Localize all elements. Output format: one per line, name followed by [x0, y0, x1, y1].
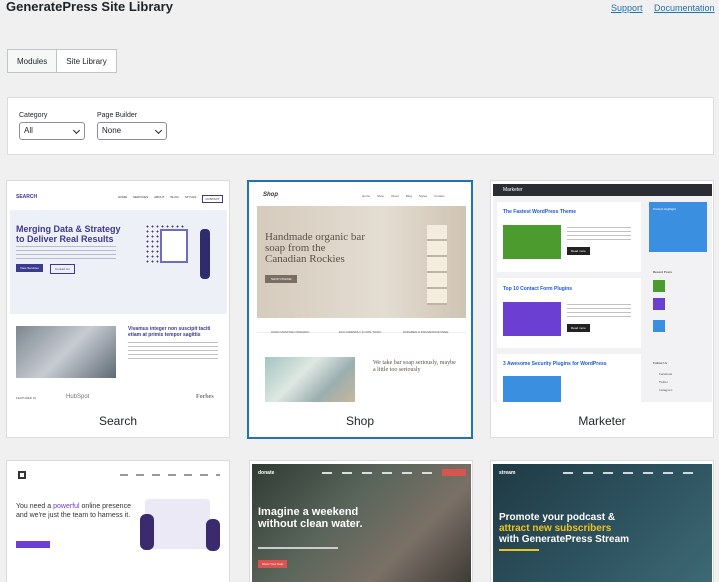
preview-post-lines-2: [567, 304, 631, 318]
top-bar: GeneratePress Site Library Support Docum…: [0, 0, 719, 24]
preview-feature-2: ECO FRIENDLY & NON-TOXIC: [339, 330, 382, 334]
preview-post-image-2: [503, 302, 561, 336]
preview-logo: SEARCH: [16, 194, 38, 200]
documentation-link[interactable]: Documentation: [654, 3, 715, 13]
preview-nav-lines: [120, 474, 220, 476]
site-preview-shop: Shop Home Shop About Blog Styles Contact…: [257, 185, 466, 402]
preview-social-3: Instagram: [659, 388, 673, 392]
preview-illustration: [145, 499, 210, 549]
category-select[interactable]: All: [19, 122, 85, 140]
preview-nav-lines: [322, 472, 432, 474]
preview-read-more-1: Read more: [567, 247, 590, 255]
preview-post-image-1: [503, 225, 561, 259]
filter-panel: Category All Page Builder None: [7, 97, 714, 155]
preview-nav-button: [442, 469, 466, 476]
category-value: All: [24, 126, 33, 135]
tab-bar: Modules Site Library: [7, 49, 117, 73]
preview-read-more-2: Read more: [567, 324, 590, 332]
site-card-stream[interactable]: stream Promote your podcast & attract ne…: [490, 460, 714, 582]
site-preview-stream: stream Promote your podcast & attract ne…: [493, 464, 712, 582]
category-filter: Category All: [19, 112, 85, 140]
preview-headline: You need a powerful online presence and …: [16, 503, 131, 519]
preview-recent-thumb-2: [653, 298, 665, 310]
page-builder-label: Page Builder: [97, 112, 138, 119]
site-card-agency[interactable]: You need a powerful online presence and …: [6, 460, 230, 582]
preview-photo: [265, 357, 355, 402]
page-builder-select[interactable]: None: [97, 122, 167, 140]
preview-nav-lines: [563, 472, 703, 474]
site-card-title: Marketer: [578, 414, 626, 428]
site-preview-search: SEARCH HOME SERVICES ABOUT BLOG STYLES C…: [10, 184, 227, 402]
site-preview-donate: donate Imagine a weekend without clean w…: [252, 464, 471, 582]
logo-icon: [18, 471, 26, 479]
preview-logo: donate: [258, 470, 275, 476]
preview-photo: [16, 326, 116, 378]
preview-section-lines: [128, 342, 218, 362]
site-card-title: Search: [98, 414, 138, 428]
preview-headline: Imagine a weekend without clean water.: [258, 506, 363, 530]
preview-post-lines-1: [567, 227, 631, 241]
preview-header-bar: [493, 184, 712, 196]
category-label: Category: [19, 112, 48, 119]
preview-recent-thumb-3: [653, 320, 665, 332]
preview-post-title-1: The Fastest WordPress Theme: [503, 209, 576, 215]
site-card-shop[interactable]: Shop Home Shop About Blog Styles Contact…: [247, 180, 473, 439]
preview-feature-1: HAND CRAFTED ORGANIC: [271, 330, 310, 334]
preview-social-1: Facebook: [659, 372, 673, 376]
preview-section-title: Vivamus integer non suscipit taciti etia…: [128, 326, 211, 338]
preview-nav: Home Shop About Blog Styles Contact: [362, 194, 445, 198]
page-builder-value: None: [102, 126, 122, 135]
preview-illustration-figure-1: [140, 514, 154, 550]
preview-logo-forbes: Forbes: [196, 394, 214, 400]
preview-tagline: We take bar soap seriously, maybe a litt…: [373, 360, 456, 373]
site-card-marketer[interactable]: Marketer The Fastest WordPress Theme Rea…: [490, 180, 714, 438]
preview-cta: Show Your Help: [258, 560, 288, 568]
chevron-down-icon: [154, 126, 163, 135]
support-link[interactable]: Support: [611, 3, 643, 13]
preview-social-2: Twitter: [659, 380, 668, 384]
preview-logo: Shop: [263, 192, 278, 198]
preview-cta: [16, 541, 50, 548]
site-card-search[interactable]: SEARCH HOME SERVICES ABOUT BLOG STYLES C…: [6, 180, 230, 438]
preview-headline: Handmade organic bar soap from the Canad…: [265, 231, 365, 265]
preview-post-title-3: 3 Awesome Security Plugins for WordPress: [503, 361, 607, 367]
preview-feature-3: PARABEN & FRAGRANCE FREE: [403, 330, 449, 334]
page-builder-filter: Page Builder None: [97, 112, 167, 140]
preview-logo-hubspot: HubSpot: [66, 394, 90, 400]
preview-post-image-3: [503, 376, 561, 402]
preview-headline: Merging Data & Strategy to Deliver Real …: [16, 224, 121, 244]
site-card-donate[interactable]: donate Imagine a weekend without clean w…: [249, 460, 473, 582]
preview-illustration-figure-2: [206, 519, 220, 551]
page-title: GeneratePress Site Library: [6, 0, 173, 14]
site-preview-marketer: Marketer The Fastest WordPress Theme Rea…: [493, 184, 712, 402]
preview-subtext: [258, 547, 338, 549]
preview-headline: Promote your podcast & attract new subsc…: [499, 512, 630, 545]
preview-nav: HOME SERVICES ABOUT BLOG STYLES CONTACT: [118, 195, 223, 203]
preview-sidebar-title-1: Product Highlight: [653, 207, 676, 211]
preview-text-lines: [16, 246, 116, 260]
preview-logo: stream: [499, 470, 516, 476]
preview-post-title-2: Top 10 Contact Form Plugins: [503, 286, 573, 292]
preview-cta: SHOP ONLINE: [265, 275, 298, 283]
preview-sidebar-title-2: Recent Posts: [653, 270, 673, 274]
preview-button-contact: Contact Us: [50, 264, 75, 274]
preview-recent-thumb-1: [653, 280, 665, 292]
site-preview-agency: You need a powerful online presence and …: [10, 464, 227, 582]
preview-illustration-board: [160, 229, 188, 263]
tab-modules[interactable]: Modules: [7, 49, 58, 73]
preview-sidebar-title-3: Follow Us: [653, 361, 668, 365]
preview-illustration-person: [200, 229, 210, 279]
preview-soap-bars: [427, 225, 447, 305]
chevron-down-icon: [72, 126, 81, 135]
tab-site-library[interactable]: Site Library: [57, 49, 117, 73]
preview-featured-label: FEATURED IN: [16, 396, 36, 400]
preview-logo: Marketer: [503, 187, 523, 193]
preview-subtext: [499, 549, 539, 551]
preview-button-services: View Services: [16, 264, 43, 272]
site-card-title: Shop: [345, 414, 375, 428]
